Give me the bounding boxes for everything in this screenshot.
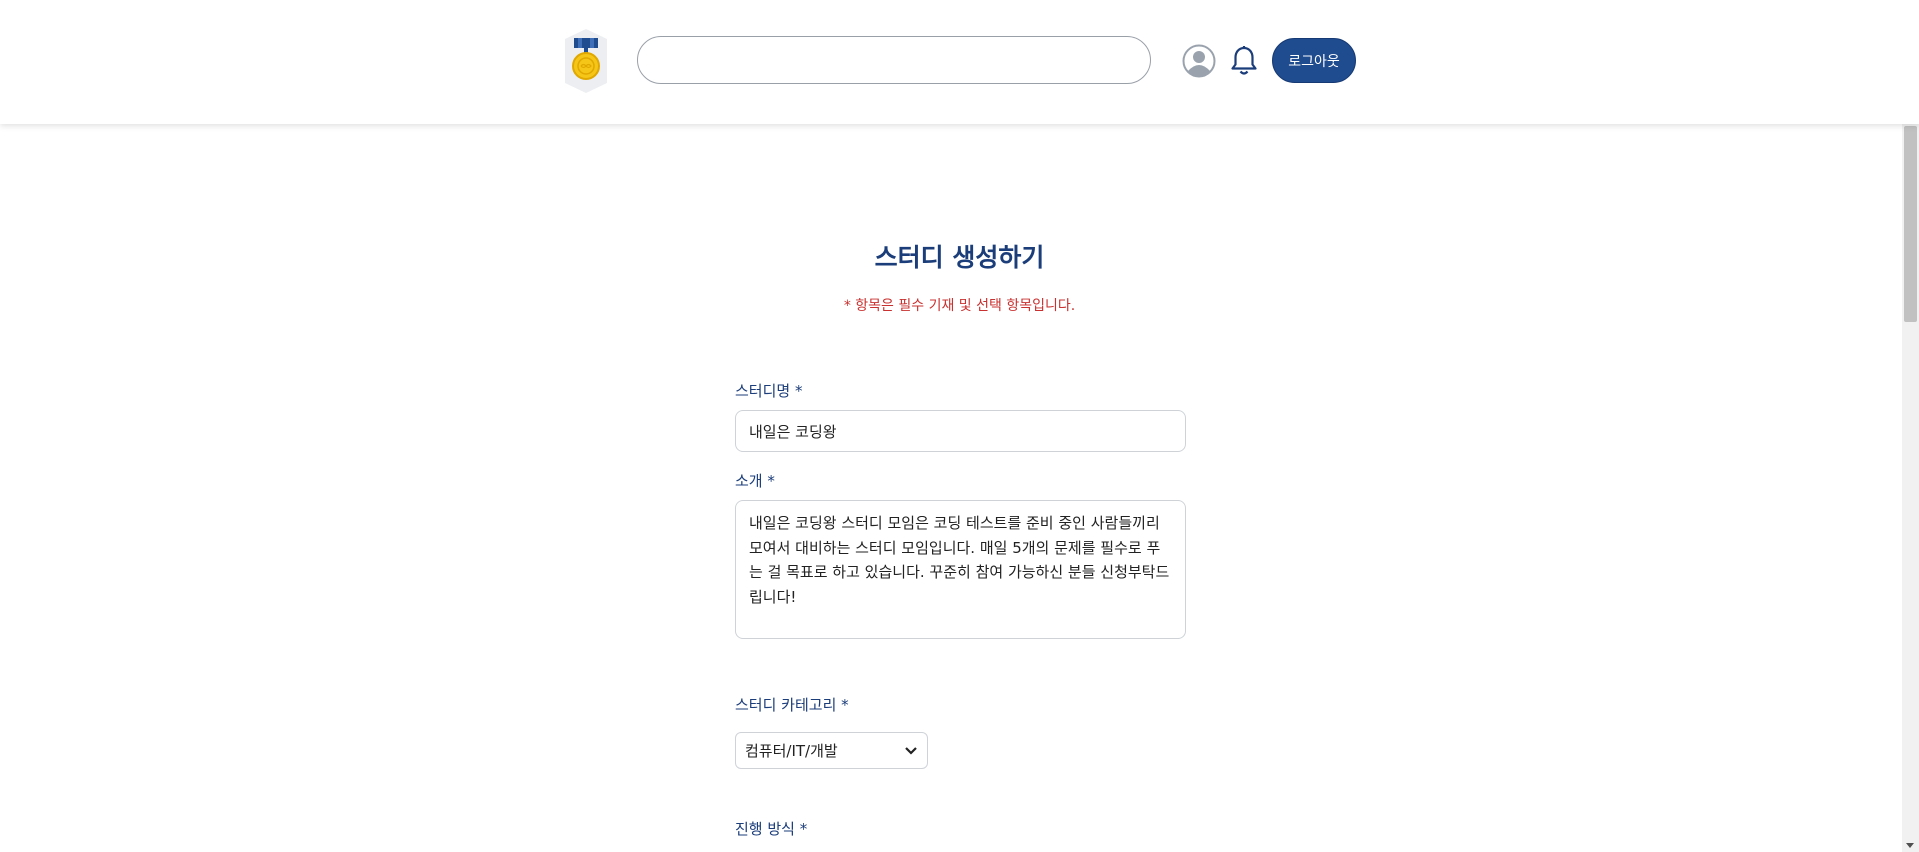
study-name-label: 스터디명 * bbox=[735, 382, 803, 400]
bell-icon[interactable] bbox=[1230, 45, 1258, 77]
required-fields-note: * 항목은 필수 기재 및 선택 항목입니다. bbox=[843, 298, 1076, 314]
medal-logo-icon[interactable] bbox=[563, 28, 609, 94]
user-avatar-icon[interactable] bbox=[1182, 44, 1216, 78]
chevron-down-icon bbox=[905, 746, 917, 755]
study-intro-textarea[interactable]: 내일은 코딩왕 스터디 모임은 코딩 테스트를 준비 중인 사람들끼리 모여서 … bbox=[735, 500, 1186, 639]
study-category-select[interactable]: 컴퓨터/IT/개발 bbox=[735, 732, 928, 769]
top-navigation-bar: 로그아웃 bbox=[0, 0, 1919, 124]
search-input[interactable] bbox=[637, 36, 1151, 84]
page-title: 스터디 생성하기 bbox=[874, 243, 1045, 272]
scrollbar-thumb[interactable] bbox=[1904, 126, 1917, 322]
study-intro-label: 소개 * bbox=[735, 472, 775, 490]
study-name-input[interactable] bbox=[735, 410, 1186, 452]
logout-button[interactable]: 로그아웃 bbox=[1272, 38, 1356, 83]
progress-method-label: 진행 방식 * bbox=[735, 820, 808, 838]
study-category-label: 스터디 카테고리 * bbox=[735, 696, 849, 714]
study-category-selected-value: 컴퓨터/IT/개발 bbox=[745, 742, 838, 760]
page-scrollbar[interactable] bbox=[1902, 124, 1919, 852]
scroll-down-arrow-icon[interactable] bbox=[1906, 843, 1914, 848]
